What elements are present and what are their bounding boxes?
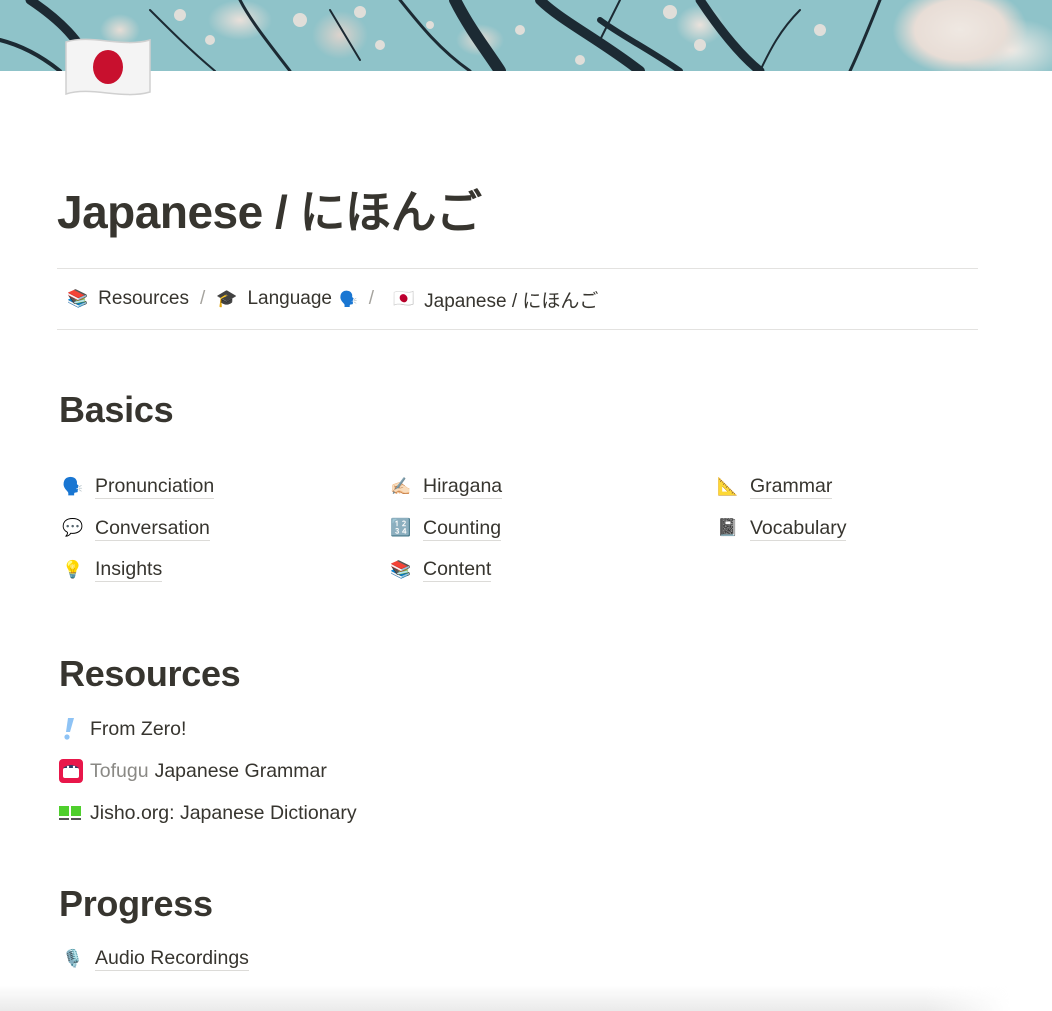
- bookmark-tofugu-grammar[interactable]: Tofugu Japanese Grammar: [59, 750, 357, 792]
- exclamation-icon: [59, 717, 90, 741]
- bookmark-from-zero[interactable]: From Zero!: [59, 708, 357, 750]
- notebook-icon: 📓: [717, 518, 739, 538]
- page-link-label: Conversation: [95, 516, 210, 541]
- basics-column-3: 📐 Grammar 📓 Vocabulary: [717, 466, 1017, 591]
- breadcrumb-separator: /: [368, 288, 374, 309]
- page-link-vocabulary[interactable]: 📓 Vocabulary: [717, 508, 1017, 550]
- page-link-content[interactable]: 📚 Content: [390, 549, 717, 591]
- breadcrumb: 📚 Resources / 🎓 Language 🗣️ / 🇯🇵 Japanes…: [57, 268, 978, 330]
- speaking-head-icon: 🗣️: [62, 476, 84, 496]
- tofugu-logo-icon: [59, 759, 90, 783]
- numbers-icon: 🔢: [390, 518, 412, 538]
- page-link-grammar[interactable]: 📐 Grammar: [717, 466, 1017, 508]
- books-icon: 📚: [67, 289, 89, 308]
- resources-list: From Zero! Tofugu Japanese Grammar Jisho…: [59, 708, 357, 834]
- page-link-label: Vocabulary: [750, 516, 847, 541]
- speaking-head-icon: 🗣️: [339, 291, 358, 308]
- cover-branches: [0, 0, 882, 71]
- jisho-book-icon: [59, 803, 90, 823]
- bookmark-label: From Zero!: [90, 717, 187, 740]
- page-link-hiragana[interactable]: ✍🏻 Hiragana: [390, 466, 717, 508]
- japan-flag-icon: 🇯🇵: [392, 289, 415, 308]
- basics-heading: Basics: [59, 389, 174, 430]
- basics-column-2: ✍🏻 Hiragana 🔢 Counting 📚 Content: [390, 466, 717, 591]
- page-title[interactable]: Japanese / にほんご: [57, 176, 482, 242]
- bookmark-label: Japanese Grammar: [154, 759, 327, 782]
- light-bulb-icon: 💡: [62, 559, 84, 579]
- progress-list: 🎙️ Audio Recordings: [62, 938, 249, 980]
- basics-link-grid: 🗣️ Pronunciation 💬 Conversation 💡 Insigh…: [62, 466, 962, 591]
- progress-heading: Progress: [59, 883, 213, 924]
- cover-image: [0, 0, 1052, 71]
- bookmark-site-name: Tofugu: [90, 759, 149, 782]
- page-link-conversation[interactable]: 💬 Conversation: [62, 508, 390, 550]
- breadcrumb-label: Japanese / にほんご: [424, 290, 599, 312]
- books-icon: 📚: [390, 559, 412, 579]
- page-link-label: Counting: [423, 516, 502, 541]
- bottom-scroll-shadow: [0, 985, 1052, 1011]
- writing-hand-icon: ✍🏻: [390, 476, 412, 496]
- breadcrumb-item-japanese[interactable]: 🇯🇵 Japanese / にほんご: [393, 286, 598, 313]
- page-link-audio-recordings[interactable]: 🎙️ Audio Recordings: [62, 938, 249, 980]
- page-link-insights[interactable]: 💡 Insights: [62, 549, 390, 591]
- breadcrumb-label: Resources: [98, 288, 189, 309]
- page-link-pronunciation[interactable]: 🗣️ Pronunciation: [62, 466, 390, 508]
- graduation-cap-icon: 🎓: [216, 289, 238, 308]
- page-link-label: Pronunciation: [95, 475, 215, 500]
- breadcrumb-separator: /: [200, 288, 206, 309]
- page-link-label: Content: [423, 558, 492, 583]
- japan-flag-icon[interactable]: [62, 36, 154, 100]
- triangle-ruler-icon: 📐: [717, 476, 739, 496]
- speech-bubble-icon: 💬: [62, 518, 84, 538]
- page-link-label: Audio Recordings: [95, 947, 249, 972]
- page-link-label: Hiragana: [423, 475, 503, 500]
- bookmark-jisho[interactable]: Jisho.org: Japanese Dictionary: [59, 792, 357, 834]
- resources-heading: Resources: [59, 653, 241, 694]
- microphone-icon: 🎙️: [62, 948, 84, 968]
- breadcrumb-item-language[interactable]: 🎓 Language 🗣️: [216, 288, 357, 310]
- breadcrumb-item-resources[interactable]: 📚 Resources: [67, 288, 189, 310]
- basics-column-1: 🗣️ Pronunciation 💬 Conversation 💡 Insigh…: [62, 466, 390, 591]
- page-link-counting[interactable]: 🔢 Counting: [390, 508, 717, 550]
- breadcrumb-label: Language: [247, 288, 332, 309]
- bookmark-label: Jisho.org: Japanese Dictionary: [90, 801, 357, 824]
- page-link-label: Grammar: [750, 475, 833, 500]
- page-link-label: Insights: [95, 558, 163, 583]
